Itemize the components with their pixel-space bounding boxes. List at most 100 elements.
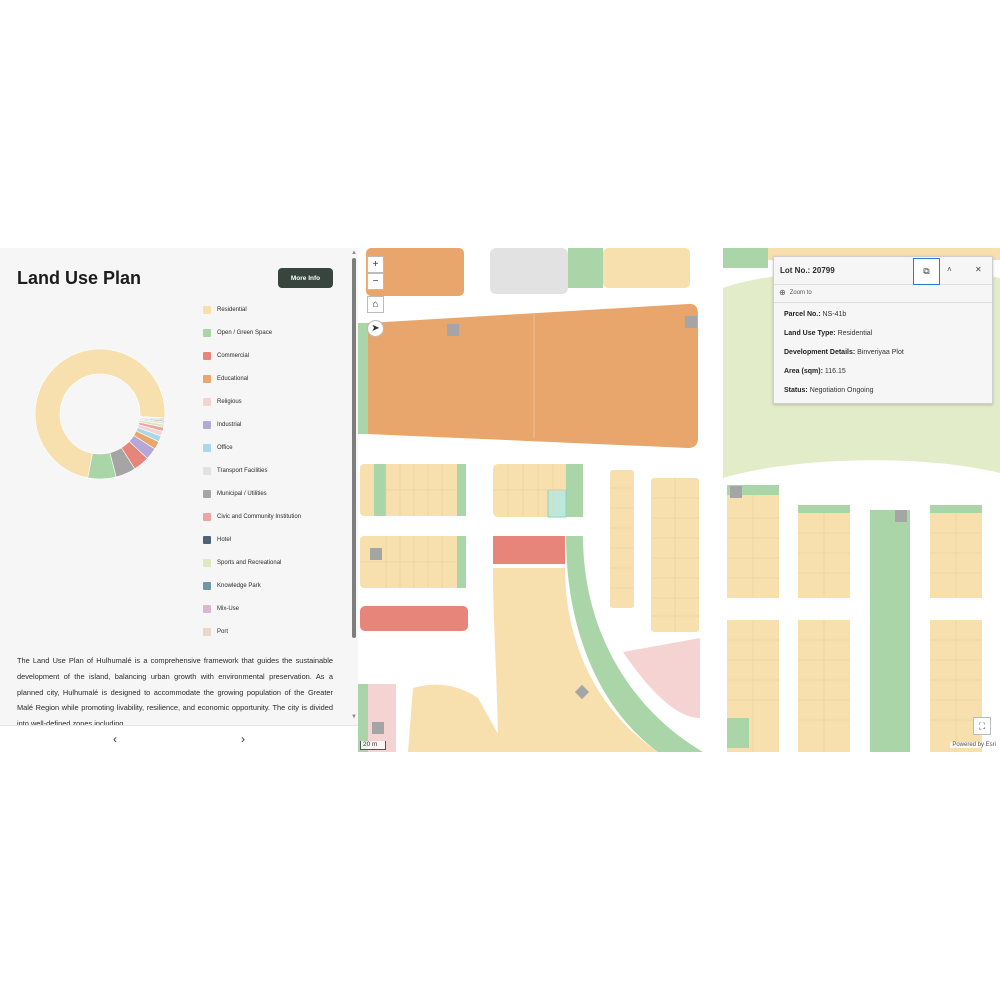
legend-label: Office: [217, 445, 233, 451]
utility-box: [895, 510, 907, 522]
attribute-value: Binveriyaa Plot: [857, 349, 904, 356]
legend-label: Port: [217, 629, 229, 635]
zoom-to-icon: ⊕: [779, 288, 786, 297]
legend-item: Open / Green Space: [203, 328, 272, 338]
legend-label: Knowledge Park: [217, 583, 261, 589]
fullscreen-icon[interactable]: ⛶: [973, 717, 991, 735]
zoom-to-button[interactable]: ⊕ Zoom to: [779, 288, 812, 297]
residential-parcel: [603, 248, 690, 288]
utility-box: [372, 722, 384, 734]
zoom-out-button[interactable]: −: [367, 273, 384, 290]
utility-box: [730, 486, 742, 498]
panel-footer: ‹ ›: [0, 725, 358, 752]
chevron-right-icon[interactable]: ›: [236, 733, 250, 747]
legend-swatch: [203, 398, 211, 406]
legend-swatch: [203, 375, 211, 383]
land-use-donut-chart: [34, 348, 166, 480]
legend-item: Industrial: [203, 420, 241, 430]
legend-label: Municipal / Utilities: [217, 491, 267, 497]
attribute-value: 116.15: [824, 368, 846, 375]
legend-swatch: [203, 306, 211, 314]
green-edge: [358, 323, 368, 434]
green-strip: [723, 248, 768, 268]
legend-item: Municipal / Utilities: [203, 489, 267, 499]
popup-divider: [774, 302, 992, 303]
legend-label: Open / Green Space: [217, 330, 273, 336]
attribute-key: Status:: [784, 387, 808, 394]
attribute-key: Area (sqm):: [784, 368, 823, 375]
legend-item: Residential: [203, 305, 247, 315]
legend-swatch: [203, 444, 211, 452]
attribution-text: Powered by Esri: [950, 742, 998, 748]
attribute-value: NS-41b: [822, 311, 847, 318]
attribute-value: Residential: [837, 330, 873, 337]
utility-box: [447, 324, 459, 336]
attribute-value: Negotiation Ongoing: [809, 387, 874, 394]
legend-item: Religious: [203, 397, 242, 407]
green-column: [870, 510, 910, 752]
attribute-row: Area (sqm): 116.15: [784, 368, 846, 375]
zoom-to-label: Zoom to: [789, 289, 812, 296]
legend-swatch: [203, 536, 211, 544]
legend-swatch: [203, 329, 211, 337]
legend-item: Transport Facilities: [203, 466, 267, 476]
residential-column: [610, 470, 634, 608]
legend-item: Mix-Use: [203, 604, 239, 614]
legend-item: Sports and Recreational: [203, 558, 281, 568]
popup-header: Lot No.: 20799 ⧉ ˄ ✕: [774, 257, 992, 285]
legend-label: Civic and Community Institution: [217, 514, 302, 520]
residential-row: [360, 464, 466, 588]
legend-item: Hotel: [203, 535, 231, 545]
legend-item: Commercial: [203, 351, 249, 361]
zoom-in-button[interactable]: +: [367, 256, 384, 273]
description-text: The Land Use Plan of Hulhumalé is a comp…: [17, 656, 333, 729]
legend-label: Mix-Use: [217, 606, 239, 612]
panel-scrollbar[interactable]: [352, 258, 356, 638]
land-use-panel: Land Use Plan More Info Residential Open …: [0, 248, 358, 752]
more-info-button[interactable]: More Info: [278, 268, 333, 288]
legend-item: Office: [203, 443, 233, 453]
legend-label: Transport Facilities: [217, 468, 268, 474]
green-parcel: [568, 248, 603, 288]
educational-block: [368, 303, 698, 448]
legend-swatch: [203, 559, 211, 567]
attribute-row: Development Details: Binveriyaa Plot: [784, 349, 904, 356]
legend-swatch: [203, 513, 211, 521]
attribute-row: Land Use Type: Residential: [784, 330, 872, 337]
legend-label: Industrial: [217, 422, 242, 428]
scroll-up-icon[interactable]: ▲: [351, 250, 357, 256]
legend-label: Educational: [217, 376, 249, 382]
transport-parcel: [490, 248, 568, 294]
compass-icon[interactable]: ➤: [367, 320, 384, 337]
scroll-down-icon[interactable]: ▼: [351, 714, 357, 720]
legend-swatch: [203, 490, 211, 498]
close-icon[interactable]: ✕: [975, 265, 982, 274]
legend-swatch: [203, 421, 211, 429]
legend-item: Knowledge Park: [203, 581, 261, 591]
legend-label: Residential: [217, 307, 247, 313]
feature-popup: Lot No.: 20799 ⧉ ˄ ✕ ⊕ Zoom to Parcel No…: [773, 256, 993, 404]
home-icon[interactable]: ⌂: [367, 296, 384, 313]
commercial-parcel: [493, 536, 565, 564]
selected-lot: [547, 489, 567, 518]
legend-swatch: [203, 352, 211, 360]
legend-swatch: [203, 605, 211, 613]
utility-box: [685, 316, 697, 328]
attribute-key: Land Use Type:: [784, 330, 836, 337]
residential-curve: [408, 684, 508, 752]
dock-icon[interactable]: ⧉: [913, 258, 940, 285]
attribute-key: Development Details:: [784, 349, 856, 356]
legend-swatch: [203, 467, 211, 475]
chevron-left-icon[interactable]: ‹: [108, 733, 122, 747]
legend-label: Sports and Recreational: [217, 560, 282, 566]
attribute-row: Parcel No.: NS-41b: [784, 311, 846, 318]
commercial-parcel: [360, 606, 468, 631]
attribute-key: Parcel No.:: [784, 311, 821, 318]
legend-swatch: [203, 582, 211, 590]
page-title: Land Use Plan: [17, 268, 142, 288]
legend-label: Religious: [217, 399, 242, 405]
legend-item: Port: [203, 627, 228, 637]
legend-label: Hotel: [217, 537, 232, 543]
legend-label: Commercial: [217, 353, 250, 359]
chevron-up-icon[interactable]: ˄: [947, 265, 952, 274]
